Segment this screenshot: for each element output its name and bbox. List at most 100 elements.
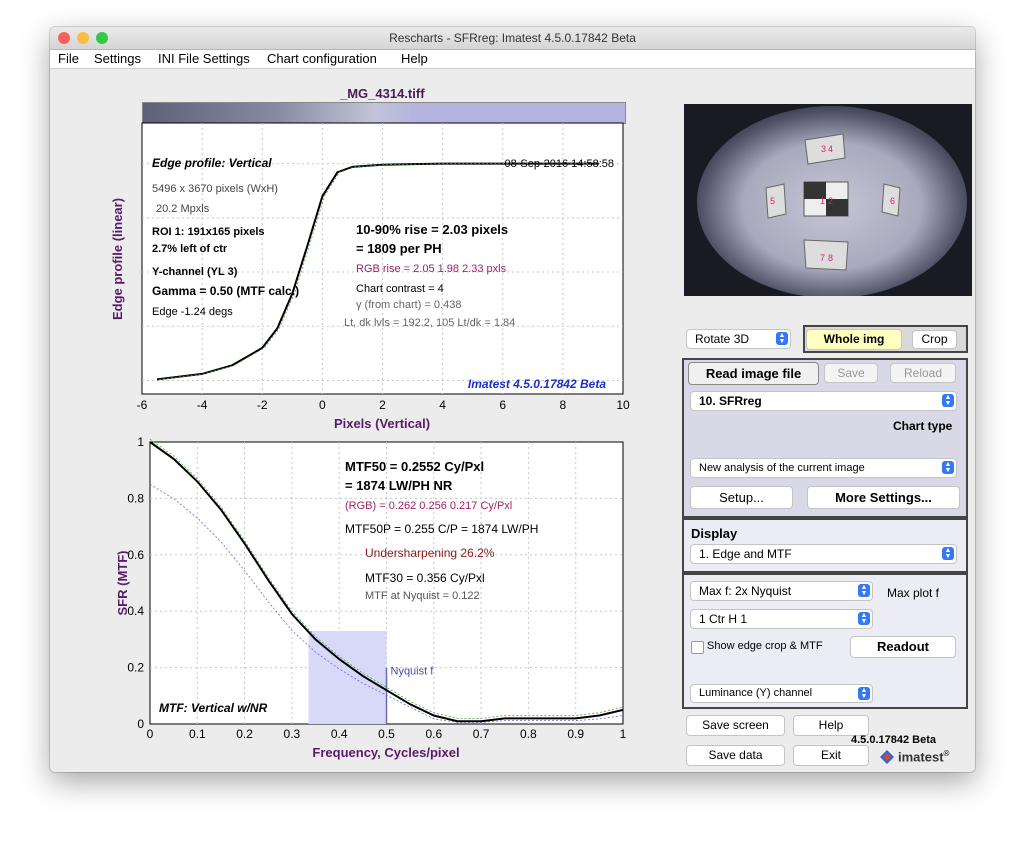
max-frequency-value: Max f: 2x Nyquist — [699, 584, 792, 598]
mtf-xtick-label: 0.3 — [284, 727, 301, 741]
image-thumbnail[interactable]: 3 4 5 1 2 6 7 8 — [684, 104, 972, 296]
mtf-xtick-label: 1 — [620, 727, 627, 741]
display-select[interactable]: 1. Edge and MTF ▲ ▼ — [690, 544, 957, 564]
mtf-lwph-text: = 1874 LW/PH NR — [345, 478, 453, 493]
imatest-brand: imatest® — [898, 749, 949, 764]
mtf-ytick-label: 0.2 — [127, 661, 144, 675]
show-edge-checkbox[interactable] — [691, 641, 704, 654]
chevron-updown-icon: ▲ ▼ — [776, 332, 788, 345]
rotate-select-value: Rotate 3D — [695, 332, 750, 346]
menu-file[interactable]: File — [58, 51, 79, 66]
save-button[interactable]: Save — [824, 363, 878, 383]
edge-info-mpxls: 20.2 Mpxls — [156, 203, 210, 215]
max-frequency-select[interactable]: Max f: 2x Nyquist ▲ ▼ — [690, 581, 873, 601]
undersharpening-text: Undersharpening 26.2% — [365, 546, 495, 560]
edge-xtick-label: 10 — [616, 398, 630, 412]
display-label: Display — [691, 526, 738, 541]
edge-info-position: 2.7% left of ctr — [152, 243, 228, 255]
thumb-roi-8: 8 — [828, 253, 833, 263]
edge-info-gamma: Gamma = 0.50 (MTF calc.) — [152, 284, 299, 298]
reload-button[interactable]: Reload — [890, 363, 956, 383]
channel-select[interactable]: Luminance (Y) channel ▲ ▼ — [690, 684, 873, 703]
chart-select-value: 10. SFRreg — [699, 394, 762, 408]
menu-help[interactable]: Help — [401, 51, 428, 66]
edge-rise-text: 10-90% rise = 2.03 pixels — [356, 222, 508, 237]
nyquist-label: Nyquist f — [391, 666, 435, 678]
channel-select-value: Luminance (Y) channel — [699, 687, 813, 699]
edge-xtick-label: 4 — [439, 398, 446, 412]
app-window: Rescharts - SFRreg: Imatest 4.5.0.17842 … — [50, 27, 975, 772]
menu-bar: File Settings INI File Settings Chart co… — [50, 50, 975, 69]
chevron-updown-icon: ▲ ▼ — [858, 612, 870, 625]
edge-levels-text: Lt, dk lvls = 192.2, 105 Lt/dk = 1.84 — [344, 317, 515, 329]
more-settings-button[interactable]: More Settings... — [807, 486, 960, 509]
mtf30-text: MTF30 = 0.356 Cy/Pxl — [365, 571, 485, 585]
chevron-updown-icon: ▲ ▼ — [942, 547, 954, 560]
mtf-ytick-label: 0 — [137, 717, 144, 731]
mtf-xtick-label: 0.4 — [331, 727, 348, 741]
thumb-roi-6: 6 — [890, 196, 895, 206]
edge-info-roi: ROI 1: 191x165 pixels — [152, 226, 265, 238]
version-label: 4.5.0.17842 Beta — [851, 734, 937, 746]
analysis-select-value: New analysis of the current image — [699, 462, 865, 474]
mtf-label: MTF: Vertical w/NR — [159, 701, 268, 715]
thumb-roi-4: 4 — [828, 144, 833, 154]
chart-type-label: Chart type — [893, 419, 953, 433]
edge-per-ph-text: = 1809 per PH — [356, 241, 442, 256]
edge-profile-plot: -6 -4 -2 0 2 4 6 8 10 Edge profile: Vertical 08-… — [110, 122, 630, 431]
edge-gamma-chart-text: γ (from chart) = 0.438 — [356, 299, 461, 311]
mtf-rgb-text: (RGB) = 0.262 0.256 0.217 Cy/Pxl — [345, 500, 512, 512]
chart-select[interactable]: 10. SFRreg ▲ ▼ — [690, 391, 957, 411]
mtf-ylabel: SFR (MTF) — [115, 551, 130, 616]
thumb-roi-7: 7 — [820, 253, 825, 263]
whole-img-button[interactable]: Whole img — [806, 329, 902, 350]
max-plot-label: Max plot f — [887, 586, 940, 600]
file-name: _MG_4314.tiff — [340, 86, 425, 101]
mtf-xtick-label: 0 — [147, 727, 154, 741]
mtf-xtick-label: 0.5 — [378, 727, 395, 741]
edge-xtick-label: -6 — [137, 398, 148, 412]
help-button[interactable]: Help — [793, 715, 869, 736]
edge-info-channel: Y-channel (YL 3) — [152, 266, 238, 278]
save-screen-button[interactable]: Save screen — [686, 715, 785, 736]
mtf-xtick-label: 0.9 — [567, 727, 584, 741]
setup-button[interactable]: Setup... — [690, 486, 793, 509]
crop-button[interactable]: Crop — [912, 330, 957, 349]
edge-rgb-rise-text: RGB rise = 2.05 1.98 2.33 pxls — [356, 263, 507, 275]
thumb-roi-5: 5 — [770, 196, 775, 206]
thumb-roi-2: 2 — [828, 196, 833, 206]
mtf-nyquist-text: MTF at Nyquist = 0.122 — [365, 590, 480, 602]
mtf-xtick-label: 0.6 — [425, 727, 442, 741]
save-data-button[interactable]: Save data — [686, 745, 785, 766]
mtf-xtick-label: 0.7 — [473, 727, 490, 741]
chevron-updown-icon: ▲ ▼ — [858, 584, 870, 597]
edge-contrast-text: Chart contrast = 4 — [356, 283, 444, 295]
edge-watermark: Imatest 4.5.0.17842 Beta — [468, 377, 606, 391]
edge-xlabel: Pixels (Vertical) — [334, 416, 430, 431]
edge-xtick-label: 0 — [319, 398, 326, 412]
rotate-select[interactable]: Rotate 3D ▲ ▼ — [686, 329, 791, 349]
edge-info-size: 5496 x 3670 pixels (WxH) — [152, 183, 278, 195]
analysis-select[interactable]: New analysis of the current image ▲ ▼ — [690, 458, 957, 478]
mtf-xtick-label: 0.2 — [236, 727, 253, 741]
edge-xtick-label: -4 — [197, 398, 208, 412]
edge-plot-title: Edge profile: Vertical — [152, 156, 272, 170]
registered-mark: ® — [943, 749, 950, 758]
menu-chart-configuration[interactable]: Chart configuration — [267, 51, 377, 66]
edge-xtick-label: -2 — [257, 398, 268, 412]
nyquist-band — [308, 630, 387, 724]
readout-button[interactable]: Readout — [850, 636, 956, 658]
show-edge-label: Show edge crop & MTF — [707, 640, 823, 652]
mtf-plot: 0 0.1 0.2 0.3 0.4 0.5 0.6 0.7 0.8 0.9 100.20.40.60… — [115, 437, 627, 760]
mtf-ytick-label: 1 — [137, 437, 144, 449]
menu-settings[interactable]: Settings — [94, 51, 141, 66]
read-image-button[interactable]: Read image file — [688, 362, 819, 385]
thumb-roi-3: 3 — [821, 144, 826, 154]
menu-ini-file-settings[interactable]: INI File Settings — [158, 51, 250, 66]
roi-select[interactable]: 1 Ctr H 1 ▲ ▼ — [690, 609, 873, 629]
exit-button[interactable]: Exit — [793, 745, 869, 766]
mtf-xlabel: Frequency, Cycles/pixel — [312, 745, 459, 760]
brand-name: imatest — [898, 749, 944, 765]
edge-gradient-strip — [142, 102, 626, 124]
edge-timestamp: 08-Sep-2016 14:58:58 — [505, 158, 614, 170]
